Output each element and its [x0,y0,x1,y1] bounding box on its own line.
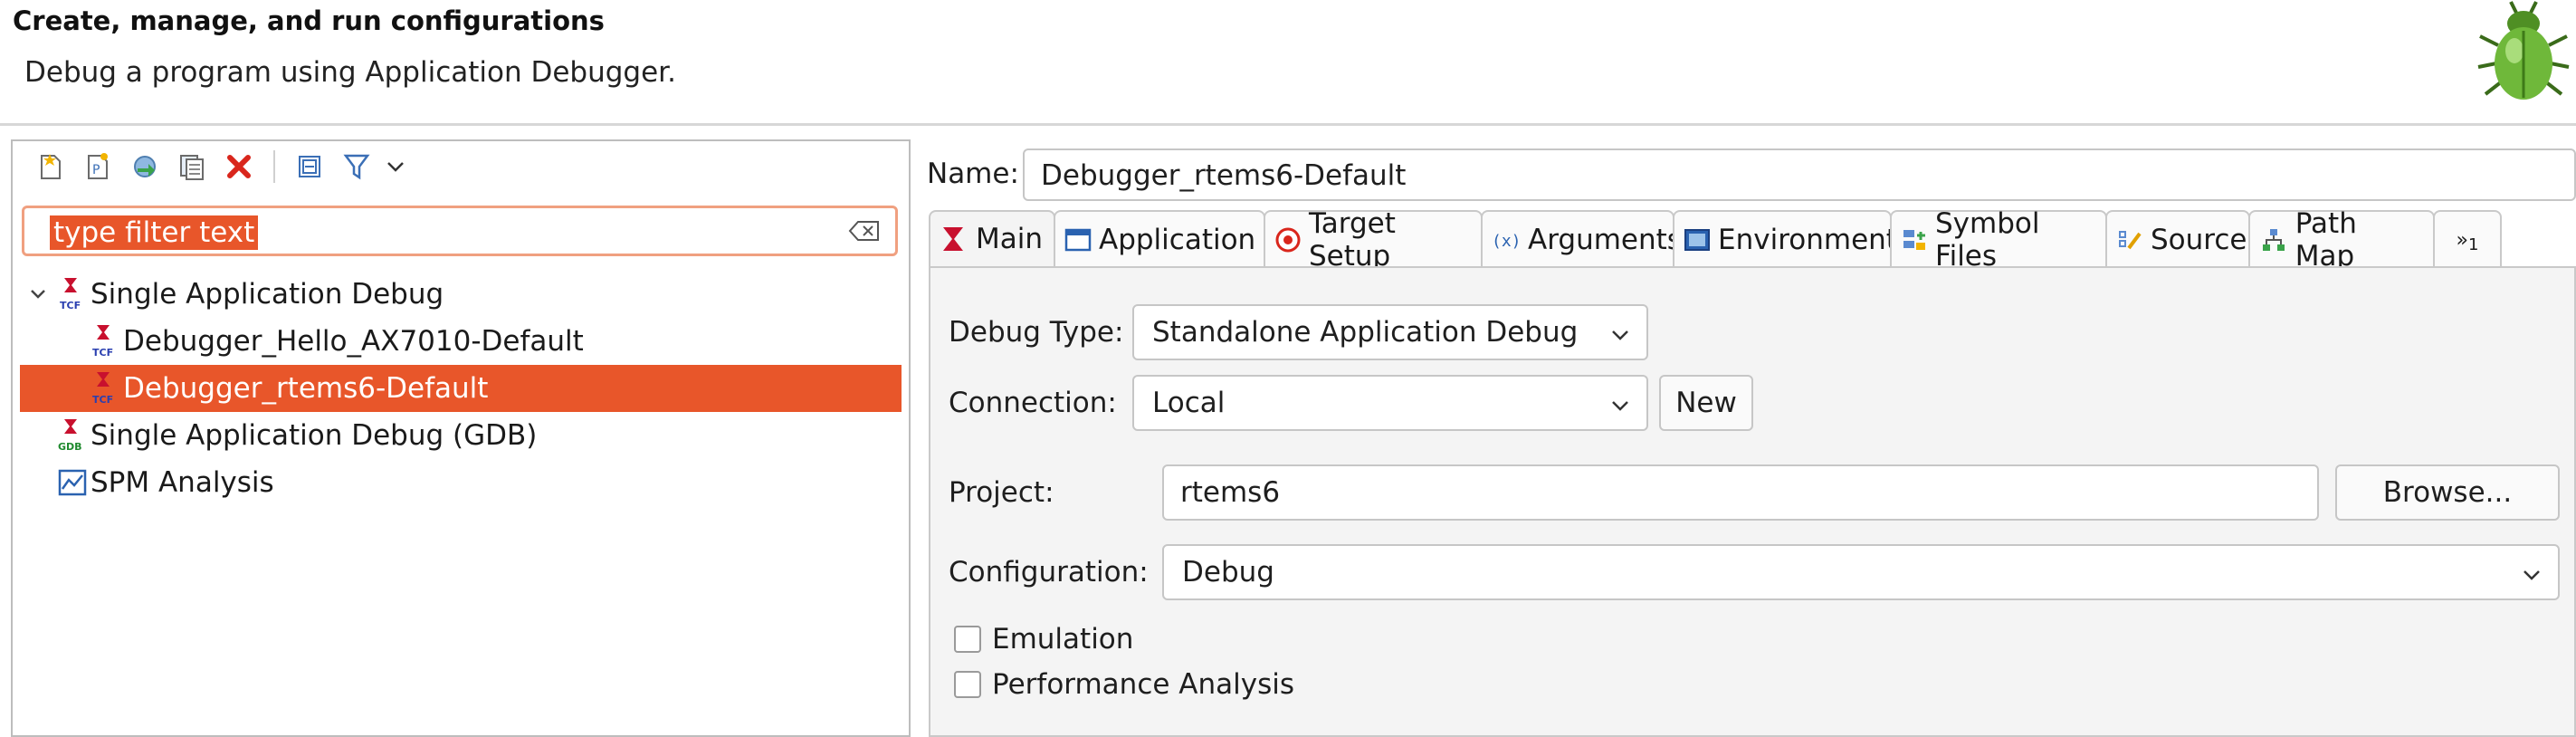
performance-analysis-option[interactable]: Performance Analysis [954,668,1294,701]
tree-item-single-application-debug[interactable]: TCF Single Application Debug [20,271,902,318]
configuration-label: Configuration: [949,556,1149,589]
path-map-icon [2259,225,2288,254]
project-field[interactable]: rtems6 [1162,464,2319,521]
arguments-icon: (x)= [1492,225,1521,254]
emulation-option[interactable]: Emulation [954,623,1133,656]
performance-analysis-label: Performance Analysis [992,668,1295,701]
name-field-value: Debugger_rtems6-Default [1041,159,1407,192]
filter-input[interactable]: type filter text [22,206,898,256]
delete-icon[interactable] [215,145,262,188]
tree-item-label: Single Application Debug (GDB) [91,419,538,452]
tcf-icon: TCF [89,370,121,407]
configuration-combo[interactable]: Debug [1162,544,2560,600]
gdb-icon: GDB [56,417,89,454]
name-label: Name: [927,158,1019,190]
collapse-all-icon[interactable] [286,145,333,188]
target-icon [1274,225,1302,254]
tree-item-spm-analysis[interactable]: SPM Analysis [20,459,902,506]
overflow-count: 1 [2468,234,2479,254]
tree-item-single-application-debug-gdb[interactable]: GDB Single Application Debug (GDB) [20,412,902,459]
tab-path-map[interactable]: Path Map [2248,207,2435,273]
filter-input-text: type filter text [50,215,259,250]
filter-icon[interactable] [333,145,380,188]
tcf-icon: TCF [89,323,121,359]
toolbar-separator [273,150,275,183]
tab-environment[interactable]: Environment [1673,210,1897,268]
svg-text:GDB: GDB [58,441,82,453]
performance-analysis-checkbox[interactable] [954,671,981,698]
svg-text:TCF: TCF [92,394,113,406]
tree-item-label: Debugger_rtems6-Default [123,372,489,405]
browse-button[interactable]: Browse... [2335,464,2560,521]
name-field[interactable]: Debugger_rtems6-Default [1023,148,2576,201]
tab-arguments[interactable]: (x)= Arguments [1481,210,1682,268]
source-icon [2116,225,2143,254]
header-divider [0,123,2576,126]
chart-icon [56,464,89,501]
chevron-down-icon[interactable] [20,288,56,301]
tab-bar: Main Application Target Setup (x)= Argum… [929,207,2502,273]
svg-text:TCF: TCF [60,300,81,311]
connection-combo[interactable]: Local [1132,375,1648,431]
emulation-label: Emulation [992,623,1134,656]
project-label: Project: [949,476,1054,509]
tab-source[interactable]: Source [2105,210,2250,268]
dialog-subtitle: Debug a program using Application Debugg… [24,56,676,89]
chevron-down-icon [1610,316,1630,349]
new-connection-button[interactable]: New [1659,375,1753,431]
dialog-title: Create, manage, and run configurations [13,5,605,36]
tab-application[interactable]: Application [1054,210,1265,268]
new-prototype-icon[interactable]: P [74,145,121,188]
tree-item-label: Single Application Debug [91,278,444,311]
svg-text:P: P [92,163,100,177]
tab-overflow[interactable]: » 1 [2433,210,2502,268]
tab-symbol-files[interactable]: Symbol Files [1890,207,2107,273]
main-icon [940,225,968,254]
new-configuration-icon[interactable] [27,145,74,188]
application-icon [1064,225,1092,254]
tree-item-label: Debugger_Hello_AX7010-Default [123,325,584,358]
export-icon[interactable] [121,145,168,188]
tcf-icon: TCF [56,276,89,312]
connection-label: Connection: [949,387,1117,419]
tree-item-debugger-hello[interactable]: TCF Debugger_Hello_AX7010-Default [20,318,902,365]
debug-type-label: Debug Type: [949,316,1124,349]
duplicate-icon[interactable] [168,145,215,188]
symbol-files-icon [1901,225,1928,254]
chevron-down-icon[interactable] [380,145,411,188]
configuration-toolbar: P [27,145,411,188]
tree-item-label: SPM Analysis [91,466,274,499]
tree-item-debugger-rtems6[interactable]: TCF Debugger_rtems6-Default [20,365,902,412]
debug-type-combo[interactable]: Standalone Application Debug [1132,304,1648,360]
svg-text:TCF: TCF [92,347,113,359]
clear-filter-icon[interactable] [848,219,881,246]
bug-icon [2471,0,2576,105]
emulation-checkbox[interactable] [954,626,981,653]
chevron-down-icon [2522,556,2542,589]
svg-text:(x)=: (x)= [1492,232,1521,251]
environment-icon [1684,225,1711,254]
tab-main[interactable]: Main [929,210,1055,268]
overflow-chevron-icon: » [2456,228,2468,252]
tab-target-setup[interactable]: Target Setup [1264,207,1483,273]
chevron-down-icon [1610,387,1630,419]
